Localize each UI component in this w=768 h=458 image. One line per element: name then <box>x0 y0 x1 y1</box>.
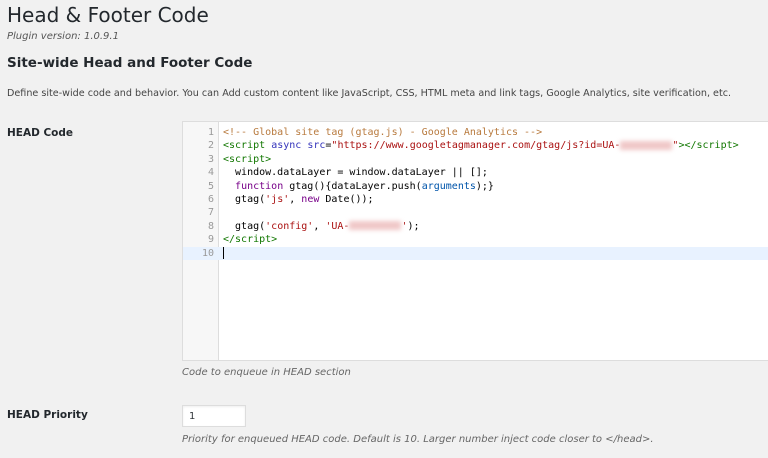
code-line[interactable]: 4 window.dataLayer = window.dataLayer ||… <box>183 166 768 179</box>
code-line[interactable]: 8 gtag('config', 'UA- '); <box>183 220 768 233</box>
head-code-label: HEAD Code <box>7 127 74 139</box>
line-number: 6 <box>207 193 214 205</box>
redacted-id <box>620 140 673 150</box>
line-number: 8 <box>207 220 214 232</box>
code-line[interactable]: 7 <box>183 206 768 219</box>
line-number: 7 <box>207 207 214 219</box>
code-token: gtag( <box>223 193 266 205</box>
plugin-version: Plugin version: 1.0.9.1 <box>7 31 119 42</box>
line-code: <!-- Global site tag (gtag.js) - Google … <box>223 126 542 139</box>
code-token: <!-- Global site tag (gtag.js) - Google … <box>223 127 543 138</box>
code-line[interactable]: 5 function gtag(){dataLayer.push(argumen… <box>183 180 768 193</box>
code-line[interactable]: 9 </script> <box>183 233 768 246</box>
line-code: window.dataLayer = window.dataLayer || [… <box>223 166 488 179</box>
code-token: ></script> <box>678 140 739 152</box>
line-number: 3 <box>207 153 214 165</box>
section-title: Site-wide Head and Footer Code <box>7 55 253 71</box>
line-number: 10 <box>201 247 214 259</box>
line-number: 4 <box>207 167 214 179</box>
line-code: gtag('js', new Date()); <box>223 193 374 206</box>
code-line[interactable]: 2 <script async src="https://www.googleta… <box>183 139 768 152</box>
code-token: src <box>307 140 326 152</box>
code-line[interactable]: 6 gtag('js', new Date()); <box>183 193 768 206</box>
code-token: "https://www.googletagmanager.com/gtag/j… <box>331 140 621 152</box>
redacted-id <box>349 221 402 231</box>
line-code <box>223 246 224 260</box>
code-token: function <box>235 180 284 192</box>
code-token: Date()); <box>319 193 374 205</box>
line-code: <script> <box>223 153 271 166</box>
code-token: 'js' <box>265 193 290 205</box>
code-token: arguments <box>421 180 476 192</box>
code-token: 'UA- <box>325 220 350 232</box>
code-token: </script> <box>223 234 278 246</box>
code-line[interactable]: 10 <box>183 246 768 260</box>
line-code: </script> <box>223 233 277 246</box>
code-token: <script> <box>223 153 272 165</box>
section-description: Define site-wide code and behavior. You … <box>7 88 732 99</box>
head-priority-input[interactable] <box>182 405 246 427</box>
line-code: gtag('config', 'UA- '); <box>223 220 420 233</box>
code-token: gtag( <box>223 220 266 232</box>
code-line[interactable]: 3 <script> <box>183 153 768 166</box>
line-code: function gtag(){dataLayer.push(arguments… <box>223 180 494 193</box>
text-cursor <box>223 246 224 259</box>
code-token: new <box>301 193 320 205</box>
line-number: 9 <box>207 234 214 246</box>
code-token: <script <box>223 140 266 152</box>
code-token: window.dataLayer = window.dataLayer || [… <box>223 167 488 179</box>
code-token: , <box>313 220 326 232</box>
line-code: <script async src="https://www.googletag… <box>223 139 739 152</box>
page-title: Head & Footer Code <box>7 3 209 27</box>
line-number: 5 <box>207 180 214 192</box>
line-number: 1 <box>207 127 214 138</box>
head-code-help: Code to enqueue in HEAD section <box>182 367 351 378</box>
head-priority-label: HEAD Priority <box>7 409 88 421</box>
code-token: 'config' <box>265 220 314 232</box>
code-token: async <box>271 140 302 152</box>
code-line[interactable]: 1 <!-- Global site tag (gtag.js) - Google… <box>183 126 768 139</box>
code-token: );} <box>475 180 494 192</box>
head-code-editor[interactable]: 1 <!-- Global site tag (gtag.js) - Google… <box>182 121 768 361</box>
code-token: gtag(){dataLayer.push( <box>283 180 422 192</box>
code-token: , <box>289 193 302 205</box>
line-number: 2 <box>207 140 214 152</box>
editor-lines[interactable]: 1 <!-- Global site tag (gtag.js) - Google… <box>183 126 768 260</box>
head-priority-help: Priority for enqueued HEAD code. Default… <box>182 434 654 445</box>
code-token: ); <box>407 220 420 232</box>
